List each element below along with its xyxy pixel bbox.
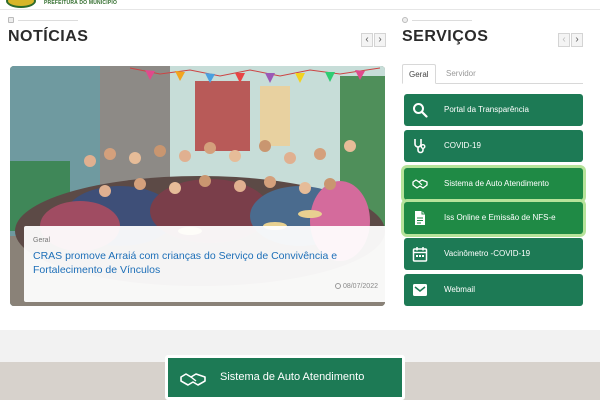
services-section-title: SERVIÇOS [402, 28, 489, 45]
service-label: COVID-19 [444, 141, 481, 150]
brand-text: PREFEITURA DO MUNICÍPIO [44, 0, 118, 6]
news-headline-link[interactable]: CRAS promove Arraiá com crianças do Serv… [33, 249, 373, 277]
bottom-section: Sistema de Auto Atendimento [0, 330, 600, 400]
bottom-auto-atendimento-button[interactable]: Sistema de Auto Atendimento [165, 355, 405, 400]
city-crest-logo[interactable] [6, 0, 36, 8]
handshake-icon [180, 373, 206, 386]
clock-icon [334, 283, 341, 289]
news-caption[interactable]: Geral CRAS promove Arraiá com crianças d… [24, 226, 385, 302]
tab-servidor[interactable]: Servidor [440, 64, 482, 84]
calendar-icon [412, 247, 428, 262]
section-marker-icon [8, 17, 14, 23]
news-prev-button[interactable]: ‹ [361, 33, 373, 47]
service-vacinometro-button[interactable]: Vacinômetro -COVID-19 [404, 238, 583, 270]
service-webmail-button[interactable]: Webmail [404, 274, 583, 306]
news-date: 08/07/2022 [334, 283, 378, 290]
service-label: Iss Online e Emissão de NFS-e [444, 213, 556, 222]
service-auto-atendimento-button[interactable]: Sistema de Auto Atendimento [404, 168, 583, 200]
news-next-button[interactable]: › [374, 33, 386, 47]
service-portal-transparencia-button[interactable]: Portal da Transparência [404, 94, 583, 126]
section-marker-icon [402, 17, 408, 23]
handshake-icon [412, 179, 428, 189]
search-icon [413, 103, 428, 118]
services-next-button[interactable]: › [571, 33, 583, 47]
service-covid-button[interactable]: COVID-19 [404, 130, 583, 162]
services-prev-button[interactable]: ‹ [558, 33, 570, 47]
service-label: Sistema de Auto Atendimento [444, 179, 549, 188]
stethoscope-icon [414, 139, 426, 154]
top-header: PREFEITURA DO MUNICÍPIO [0, 0, 600, 10]
section-divider [412, 20, 472, 21]
news-section-title: NOTÍCIAS [8, 28, 89, 45]
main-content: NOTÍCIAS ‹ › Geral CRAS promove Arraiá c… [0, 10, 600, 330]
services-tabs: Geral Servidor [402, 64, 583, 84]
tab-geral[interactable]: Geral [402, 64, 436, 84]
service-label: Webmail [444, 285, 475, 294]
news-date-text: 08/07/2022 [342, 283, 378, 290]
document-icon [415, 211, 425, 225]
envelope-icon [413, 284, 427, 296]
service-label: Vacinômetro -COVID-19 [444, 249, 531, 258]
news-category: Geral [33, 237, 51, 244]
bottom-button-label: Sistema de Auto Atendimento [220, 371, 365, 383]
service-iss-online-button[interactable]: Iss Online e Emissão de NFS-e [404, 202, 583, 234]
news-card[interactable]: Geral CRAS promove Arraiá com crianças d… [10, 66, 385, 306]
service-label: Portal da Transparência [444, 105, 529, 114]
section-divider [18, 20, 78, 21]
